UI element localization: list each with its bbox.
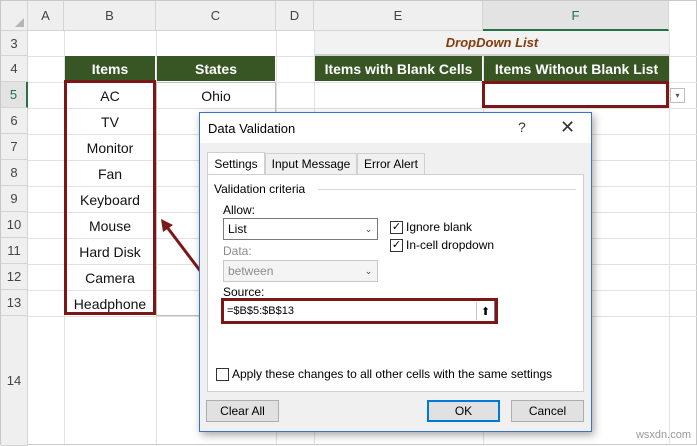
- dialog-title-bar[interactable]: Data Validation ? ✕: [200, 113, 591, 143]
- validation-criteria-label: Validation criteria: [214, 182, 306, 196]
- clear-all-button[interactable]: Clear All: [206, 400, 279, 422]
- chevron-down-icon[interactable]: ⌄: [360, 219, 377, 239]
- allow-select-value: List: [228, 222, 247, 236]
- apply-all-label[interactable]: Apply these changes to all other cells w…: [232, 367, 552, 381]
- apply-all-checkbox[interactable]: [216, 368, 229, 381]
- in-cell-dropdown-checkbox[interactable]: ✓: [390, 239, 403, 252]
- help-button[interactable]: ?: [518, 119, 526, 135]
- dialog-title: Data Validation: [208, 121, 296, 136]
- ignore-blank-checkbox[interactable]: ✓: [390, 221, 403, 234]
- tab-input-message[interactable]: Input Message: [265, 153, 357, 175]
- group-divider: [318, 189, 576, 190]
- data-select-value: between: [228, 264, 274, 278]
- data-validation-dialog: Data Validation ? ✕ Settings Input Messa…: [199, 112, 592, 432]
- data-label: Data:: [223, 244, 252, 258]
- close-icon[interactable]: ✕: [560, 117, 575, 138]
- tab-settings[interactable]: Settings: [207, 152, 265, 175]
- data-select: between ⌄: [223, 260, 378, 282]
- in-cell-dropdown-label[interactable]: In-cell dropdown: [406, 238, 494, 252]
- watermark: wsxdn.com: [635, 429, 691, 441]
- ignore-blank-label[interactable]: Ignore blank: [406, 220, 472, 234]
- tab-error-alert[interactable]: Error Alert: [357, 153, 425, 175]
- chevron-down-icon: ⌄: [364, 265, 373, 276]
- allow-label: Allow:: [223, 203, 256, 217]
- settings-panel: Validation criteria Allow: List ⌄ ✓ Igno…: [207, 174, 584, 392]
- cancel-button[interactable]: Cancel: [511, 400, 584, 422]
- source-highlight: [221, 298, 498, 324]
- ok-button[interactable]: OK: [427, 400, 500, 422]
- source-label: Source:: [223, 285, 265, 299]
- allow-select[interactable]: List ⌄: [223, 218, 378, 240]
